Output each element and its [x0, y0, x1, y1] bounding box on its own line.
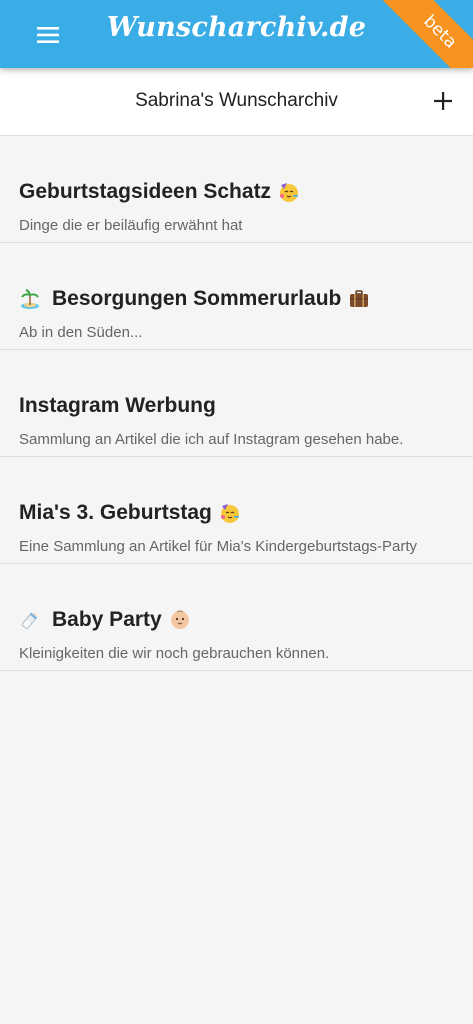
- list-item-title-text: Instagram Werbung: [19, 394, 216, 417]
- list-item-title-text: Mia's 3. Geburtstag: [19, 501, 212, 524]
- plus-icon: [434, 92, 452, 110]
- baby-bottle-emoji-icon: [19, 609, 41, 631]
- app-bar: Wunscharchiv.de beta: [0, 0, 473, 68]
- list-item-description: Sammlung an Artikel die ich auf Instagra…: [19, 431, 404, 448]
- list-item[interactable]: Instagram Werbung Sammlung an Artikel di…: [0, 350, 473, 457]
- list-item-title: Mia's 3. Geburtstag: [19, 501, 241, 525]
- list-item-title: Geburtstagsideen Schatz: [19, 180, 300, 204]
- desert-island-emoji-icon: [19, 288, 41, 310]
- list-item-description: Ab in den Süden...: [19, 324, 143, 341]
- list-item-title-text: Besorgungen Sommerurlaub: [52, 287, 342, 310]
- list-item[interactable]: Mia's 3. Geburtstag Eine Sammlung an Art…: [0, 457, 473, 564]
- list-item[interactable]: Besorgungen Sommerurlaub Ab in den Süden…: [0, 243, 473, 350]
- list-item-title-text: Baby Party: [52, 608, 162, 631]
- page-title: Sabrina's Wunscharchiv: [135, 90, 338, 111]
- party-face-emoji-icon: [278, 181, 300, 203]
- add-list-button[interactable]: [431, 89, 455, 113]
- list-item-description: Eine Sammlung an Artikel für Mia's Kinde…: [19, 538, 418, 555]
- party-face-emoji-icon: [219, 502, 241, 524]
- list-item-title-text: Geburtstagsideen Schatz: [19, 180, 272, 203]
- list-item-description: Kleinigkeiten die wir noch gebrauchen kö…: [19, 645, 330, 662]
- page-header: Sabrina's Wunscharchiv: [0, 68, 473, 136]
- wishlist-list: Geburtstagsideen Schatz Dinge die er bei…: [0, 136, 473, 671]
- list-item[interactable]: Baby Party Kleinigkeiten die wir noch ge…: [0, 564, 473, 671]
- suitcase-emoji-icon: [348, 288, 370, 310]
- list-item-description: Dinge die er beiläufig erwähnt hat: [19, 217, 243, 234]
- list-item-title: Baby Party: [19, 608, 191, 632]
- list-item-title: Besorgungen Sommerurlaub: [19, 287, 370, 311]
- baby-emoji-icon: [169, 609, 191, 631]
- list-item-title: Instagram Werbung: [19, 394, 216, 418]
- list-item[interactable]: Geburtstagsideen Schatz Dinge die er bei…: [0, 136, 473, 243]
